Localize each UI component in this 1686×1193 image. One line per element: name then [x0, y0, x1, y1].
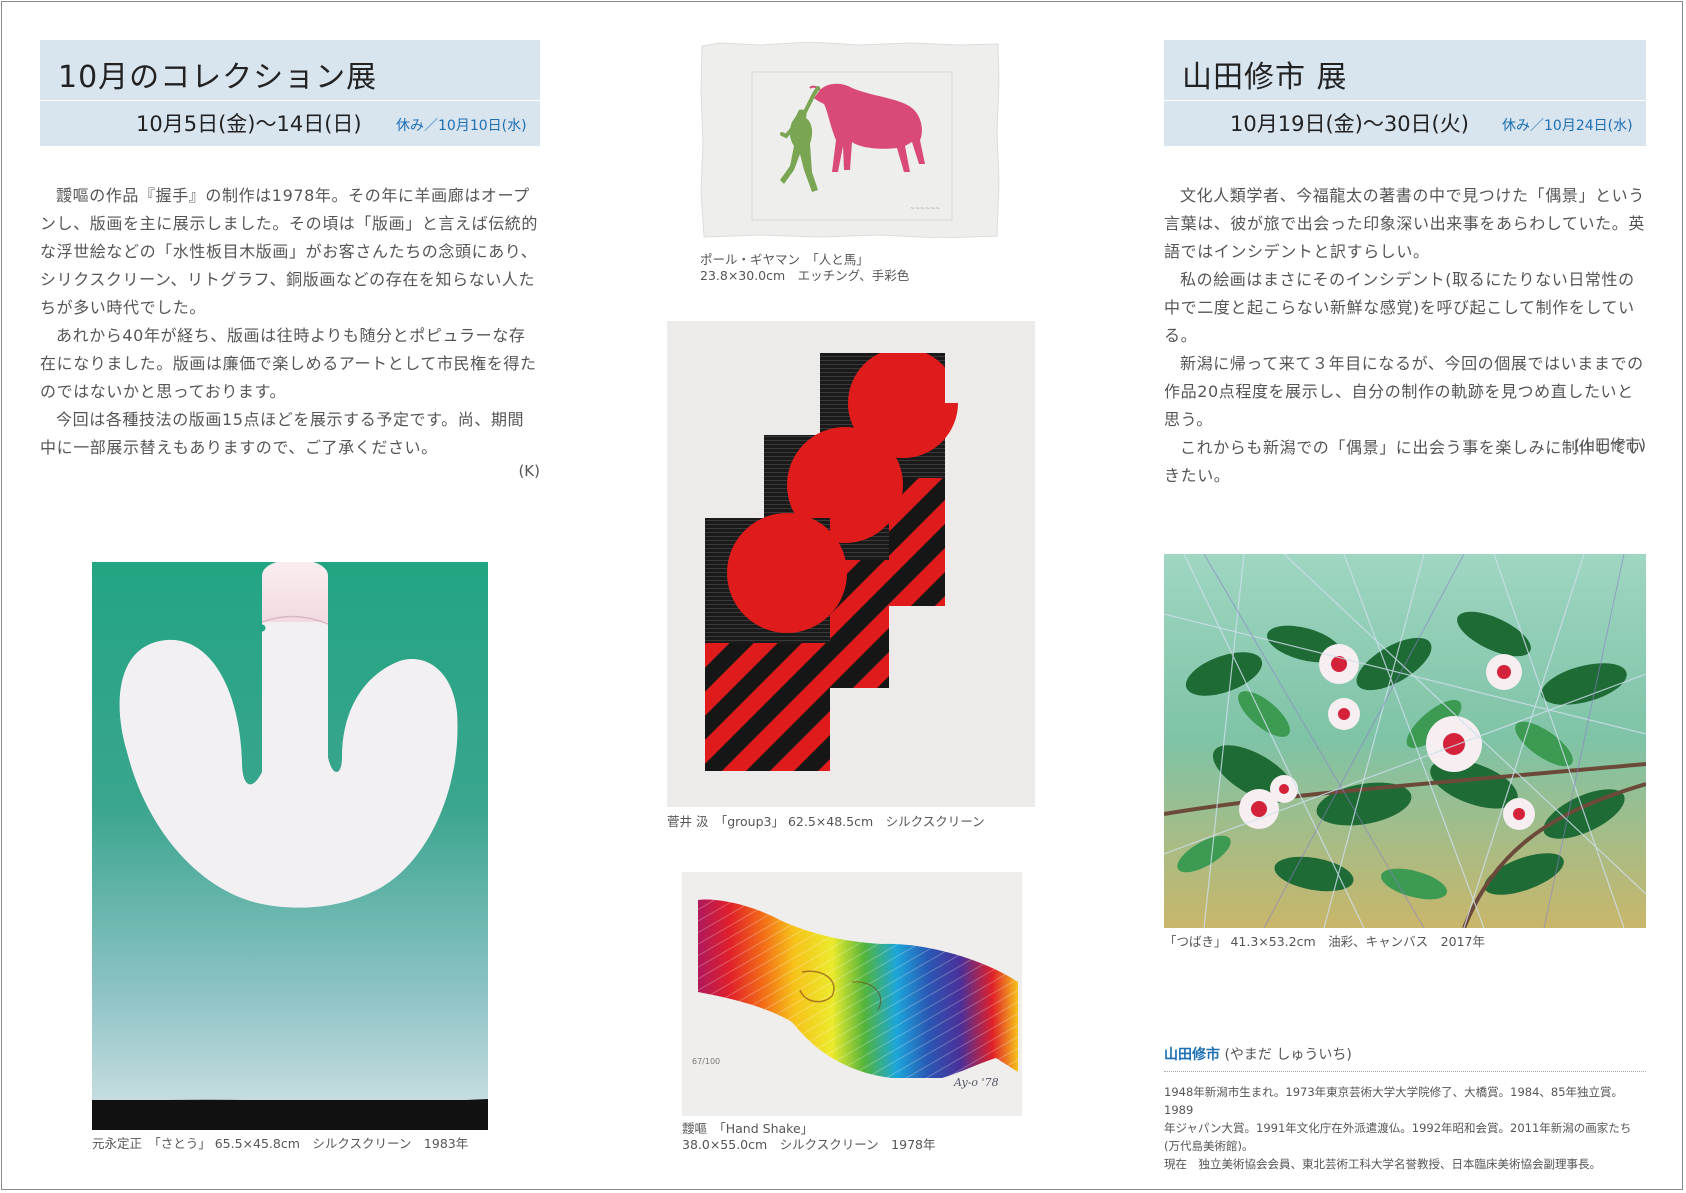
artwork-sato-caption: 元永定正 「さとう」 65.5×45.8cm シルクスクリーン 1983年	[92, 1136, 469, 1151]
left-dates: 10月5日(金)〜14日(日)	[136, 112, 362, 136]
artist-bio: 1948年新潟市生まれ。1973年東京芸術大学大学院修了、大橋賞。1984、85…	[1164, 1083, 1646, 1173]
left-paragraph-2: あれから40年が経ち、版画は往時よりも随分とポピュラーな存在になりました。版画は…	[40, 326, 537, 401]
right-dates: 10月19日(金)〜30日(火)	[1230, 112, 1469, 136]
bio-divider	[1164, 1071, 1646, 1072]
right-signature: (山田修市)	[1574, 436, 1646, 454]
bio-line-2: 年ジャパン大賞。1991年文化庁在外派遣渡仏。1992年昭和会賞。2011年新潟…	[1164, 1121, 1632, 1135]
right-paragraph-3: 新潟に帰って来て３年目になるが、今回の個展ではいままでの作品20点程度を展示し、…	[1164, 354, 1644, 429]
left-header-rule	[40, 100, 540, 101]
bio-line-3: (万代島美術館)。	[1164, 1139, 1254, 1153]
bio-line-4: 現在 独立美術協会会員、東北芸術工科大学名誉教授、日本臨床美術協会副理事長。	[1164, 1157, 1601, 1171]
left-paragraph-1: 靉嘔の作品『握手』の制作は1978年。その年に羊画廊はオープンし、版画を主に展示…	[40, 186, 539, 317]
bio-line-1: 1948年新潟市生まれ。1973年東京芸術大学大学院修了、大橋賞。1984、85…	[1164, 1085, 1624, 1117]
left-title: 10月のコレクション展	[58, 60, 378, 95]
artwork-group3-caption: 菅井 汲 「group3」 62.5×48.5cm シルクスクリーン	[667, 814, 985, 829]
hand-shake-edition: 67/100	[692, 1057, 720, 1066]
svg-text:~~~~~~: ~~~~~~	[910, 205, 940, 212]
hand-shake-caption-line-1: 靉嘔 「Hand Shake」	[682, 1121, 814, 1136]
artwork-man-and-horse: ~~~~~~	[700, 42, 1000, 238]
artwork-hand-shake: 67/100 Ay-o '78	[682, 872, 1022, 1116]
man-and-horse-caption-line-1: ポール・ギヤマン 「人と馬」	[700, 252, 869, 267]
right-closed: 休み／10月24日(水)	[1502, 118, 1633, 134]
hand-shake-caption-line-2: 38.0×55.0cm シルクスクリーン 1978年	[682, 1137, 936, 1152]
artist-name-reading: (やまだ しゅういち)	[1224, 1047, 1352, 1063]
left-body: 靉嘔の作品『握手』の制作は1978年。その年に羊画廊はオープンし、版画を主に展示…	[40, 182, 540, 462]
right-header: 山田修市 展 10月19日(金)〜30日(火) 休み／10月24日(水)	[1164, 40, 1646, 146]
artist-bio-heading: 山田修市 (やまだ しゅういち)	[1164, 1044, 1352, 1064]
right-title: 山田修市 展	[1182, 60, 1348, 95]
artwork-sato	[92, 562, 488, 1130]
left-header: 10月のコレクション展 10月5日(金)〜14日(日) 休み／10月10日(水)	[40, 40, 540, 146]
artwork-tsubaki	[1164, 554, 1646, 928]
right-header-rule	[1164, 100, 1646, 101]
artwork-hand-shake-caption: 靉嘔 「Hand Shake」 38.0×55.0cm シルクスクリーン 197…	[682, 1121, 936, 1153]
artist-name: 山田修市	[1164, 1047, 1220, 1063]
right-paragraph-1: 文化人類学者、今福龍太の著書の中で見つけた「偶景」という言葉は、彼が旅で出会った…	[1164, 186, 1645, 261]
artwork-group3	[667, 321, 1035, 807]
left-signature: (K)	[518, 462, 540, 480]
man-and-horse-caption-line-2: 23.8×30.0cm エッチング、手彩色	[700, 268, 910, 283]
right-paragraph-2: 私の絵画はまさにそのインシデント(取るにたりない日常性の中で二度と起こらない新鮮…	[1164, 270, 1635, 345]
left-closed: 休み／10月10日(水)	[396, 118, 527, 134]
artwork-tsubaki-caption: 「つばき」 41.3×53.2cm 油彩、キャンバス 2017年	[1164, 934, 1485, 949]
hand-shake-signature: Ay-o '78	[953, 1076, 999, 1089]
artwork-man-and-horse-caption: ポール・ギヤマン 「人と馬」 23.8×30.0cm エッチング、手彩色	[700, 252, 909, 284]
left-paragraph-3: 今回は各種技法の版画15点ほどを展示する予定です。尚、期間中に一部展示替えもあり…	[40, 410, 525, 457]
